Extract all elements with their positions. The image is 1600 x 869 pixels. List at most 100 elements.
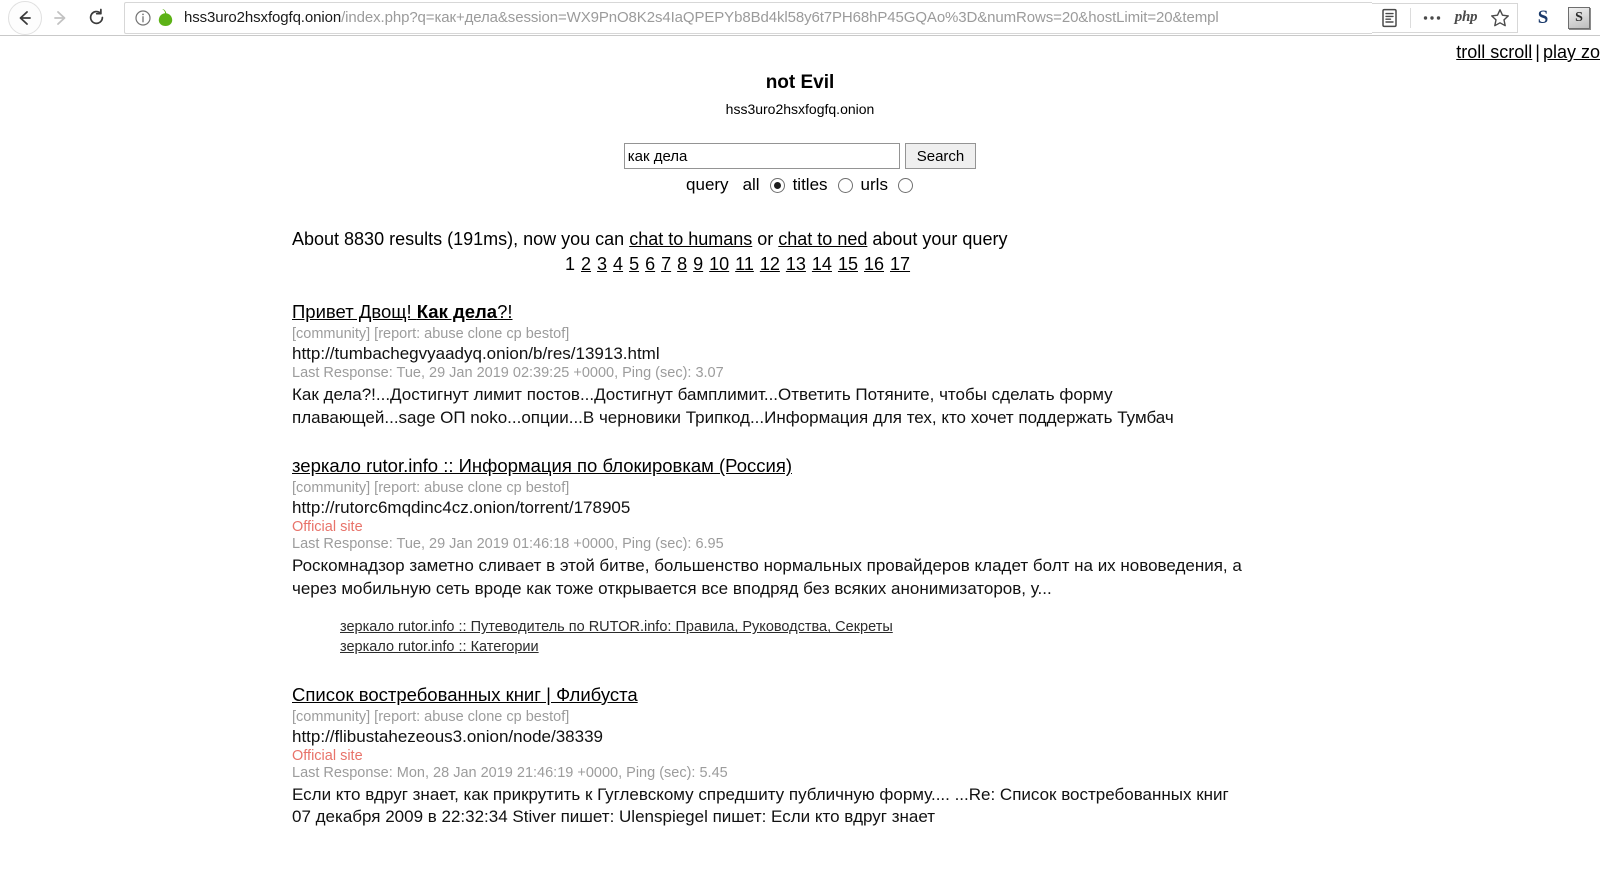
result-title-link[interactable]: Привет Двощ! Как дела?!: [292, 301, 513, 323]
reader-view-icon[interactable]: [1372, 4, 1406, 32]
url-fade-overlay: [1326, 2, 1372, 33]
back-button[interactable]: [8, 0, 42, 35]
scope-urls-radio[interactable]: [897, 177, 913, 193]
scope-all-label: all: [742, 175, 760, 194]
pagination-page-11[interactable]: 11: [735, 254, 754, 274]
scope-titles-label: titles: [792, 175, 828, 194]
url-path: /index.php?q=как+дела&session=WX9PnO8K2s…: [341, 9, 1219, 26]
search-scope-options: query all titles urls: [0, 175, 1600, 195]
search-area: Search query all titles urls: [0, 143, 1600, 195]
extension-s-icon[interactable]: S: [1528, 4, 1558, 32]
browser-toolbar: hss3uro2hsxfogfq.onion/index.php?q=как+д…: [0, 0, 1600, 36]
official-site-badge: Official site: [292, 747, 363, 764]
results-summary-suffix: about your query: [867, 229, 1008, 249]
site-header: not Evil hss3uro2hsxfogfq.onion: [0, 36, 1600, 117]
reload-icon: [89, 8, 103, 25]
result-title-text-end: ?!: [497, 301, 513, 322]
pagination-page-12[interactable]: 12: [760, 254, 780, 274]
forward-button: [44, 2, 76, 34]
result-sublink[interactable]: зеркало rutor.info :: Категории: [340, 638, 1580, 658]
result-title-link[interactable]: Список востребованных книг | Флибуста: [292, 684, 638, 706]
chat-to-humans-link[interactable]: chat to humans: [629, 229, 752, 249]
page-title: not Evil: [765, 72, 835, 93]
pagination: 1 2 3 4 5 6 7 8 9 10 11 12 13 14 15 16 17: [292, 254, 1580, 275]
results-summary-prefix: About 8830 results (191ms), now you can: [292, 229, 630, 249]
pagination-page-16[interactable]: 16: [864, 254, 884, 274]
results-area: About 8830 results (191ms), now you can …: [0, 229, 1600, 829]
result-meta: Last Response: Tue, 29 Jan 2019 01:46:18…: [292, 536, 724, 553]
pagination-page-17[interactable]: 17: [890, 254, 910, 274]
search-result-3: Список востребованных книг | Флибуста [c…: [292, 684, 1580, 829]
result-tags: [community] [report: abuse clone cp best…: [292, 480, 570, 497]
php-extension-icon[interactable]: php: [1449, 4, 1483, 32]
pagination-page-3[interactable]: 3: [597, 254, 607, 274]
result-sublinks: зеркало rutor.info :: Путеводитель по RU…: [292, 618, 1580, 657]
extension-s-boxed-icon[interactable]: S: [1564, 4, 1594, 32]
result-tags: [community] [report: abuse clone cp best…: [292, 708, 570, 725]
onion-icon: [157, 8, 174, 27]
star-icon[interactable]: [1483, 4, 1517, 32]
corner-separator: |: [1535, 42, 1540, 62]
toolbar-divider: [1410, 7, 1411, 28]
chat-to-ned-link[interactable]: chat to ned: [778, 229, 867, 249]
pagination-page-2[interactable]: 2: [581, 254, 591, 274]
result-title-highlight: Как дела: [416, 301, 498, 322]
php-label: php: [1454, 9, 1478, 25]
navigation-buttons: [0, 0, 112, 35]
pagination-page-5[interactable]: 5: [629, 254, 639, 274]
site-subtitle: hss3uro2hsxfogfq.onion: [725, 101, 875, 117]
pagination-page-10[interactable]: 10: [709, 254, 729, 274]
result-snippet: Если кто вдруг знает, как прикрутить к Г…: [292, 784, 1229, 827]
play-zo-link[interactable]: play zo: [1543, 42, 1600, 62]
extension-s-boxed-label: S: [1568, 6, 1590, 29]
result-url[interactable]: http://flibustahezeous3.onion/node/38339: [292, 727, 1580, 747]
scope-all-radio[interactable]: [769, 177, 785, 193]
address-bar-actions: php: [1372, 2, 1518, 33]
result-snippet: Как дела?!...Достигнут лимит постов...До…: [292, 385, 1174, 427]
extension-s-label: S: [1537, 6, 1549, 28]
pagination-page-7[interactable]: 7: [661, 254, 671, 274]
troll-scroll-link[interactable]: troll scroll: [1456, 42, 1532, 62]
official-site-badge: Official site: [292, 519, 363, 536]
page-content: troll scroll | play zo not Evil hss3uro2hs…: [0, 36, 1600, 869]
search-result-1: Привет Двощ! Как дела?! [community] [rep…: [292, 301, 1580, 429]
info-circle-icon[interactable]: [135, 9, 151, 26]
results-summary: About 8830 results (191ms), now you can …: [292, 229, 1580, 250]
corner-links: troll scroll | play zo: [1456, 42, 1600, 63]
search-result-2: зеркало rutor.info :: Информация по блок…: [292, 455, 1580, 658]
scope-urls-label: urls: [860, 175, 888, 194]
address-bar[interactable]: hss3uro2hsxfogfq.onion/index.php?q=как+д…: [124, 1, 1372, 34]
scope-titles-radio[interactable]: [837, 177, 853, 193]
result-url[interactable]: http://rutorc6mqdinc4cz.onion/torrent/17…: [292, 498, 1580, 518]
pagination-current: 1: [565, 254, 576, 274]
result-title-text: Привет Двощ!: [292, 301, 417, 322]
results-list: Привет Двощ! Как дела?! [community] [rep…: [292, 301, 1580, 829]
result-url[interactable]: http://tumbachegvyaadyq.onion/b/res/1391…: [292, 344, 1580, 364]
pagination-page-15[interactable]: 15: [838, 254, 858, 274]
url-text: hss3uro2hsxfogfq.onion/index.php?q=как+д…: [184, 9, 1219, 26]
pagination-page-13[interactable]: 13: [786, 254, 806, 274]
reload-button[interactable]: [80, 2, 112, 34]
pagination-links: 2 3 4 5 6 7 8 9 10 11 12 13 14 15 16 17: [578, 254, 913, 274]
arrow-right-icon: [54, 10, 66, 25]
result-tags: [community] [report: abuse clone cp best…: [292, 326, 570, 342]
pagination-page-9[interactable]: 9: [693, 254, 703, 274]
search-button[interactable]: Search: [904, 143, 977, 169]
search-input[interactable]: [623, 143, 900, 169]
query-label: query: [686, 175, 729, 194]
result-title-link[interactable]: зеркало rutor.info :: Информация по блок…: [292, 455, 792, 477]
pagination-page-8[interactable]: 8: [677, 254, 687, 274]
search-row: Search: [623, 143, 977, 169]
results-summary-middle: or: [752, 229, 779, 249]
result-meta: Last Response: Tue, 29 Jan 2019 02:39:25…: [292, 365, 724, 381]
pagination-page-6[interactable]: 6: [645, 254, 655, 274]
arrow-left-icon: [19, 10, 31, 25]
more-options-icon[interactable]: [1415, 4, 1449, 32]
extension-icons: S S: [1518, 4, 1600, 32]
url-host: hss3uro2hsxfogfq.onion: [184, 9, 342, 26]
result-snippet: Роскомнадзор заметно сливает в этой битв…: [292, 556, 1242, 598]
pagination-page-4[interactable]: 4: [613, 254, 623, 274]
result-sublink[interactable]: зеркало rutor.info :: Путеводитель по RU…: [340, 618, 1580, 638]
result-meta: Last Response: Mon, 28 Jan 2019 21:46:19…: [292, 764, 728, 781]
pagination-page-14[interactable]: 14: [812, 254, 832, 274]
